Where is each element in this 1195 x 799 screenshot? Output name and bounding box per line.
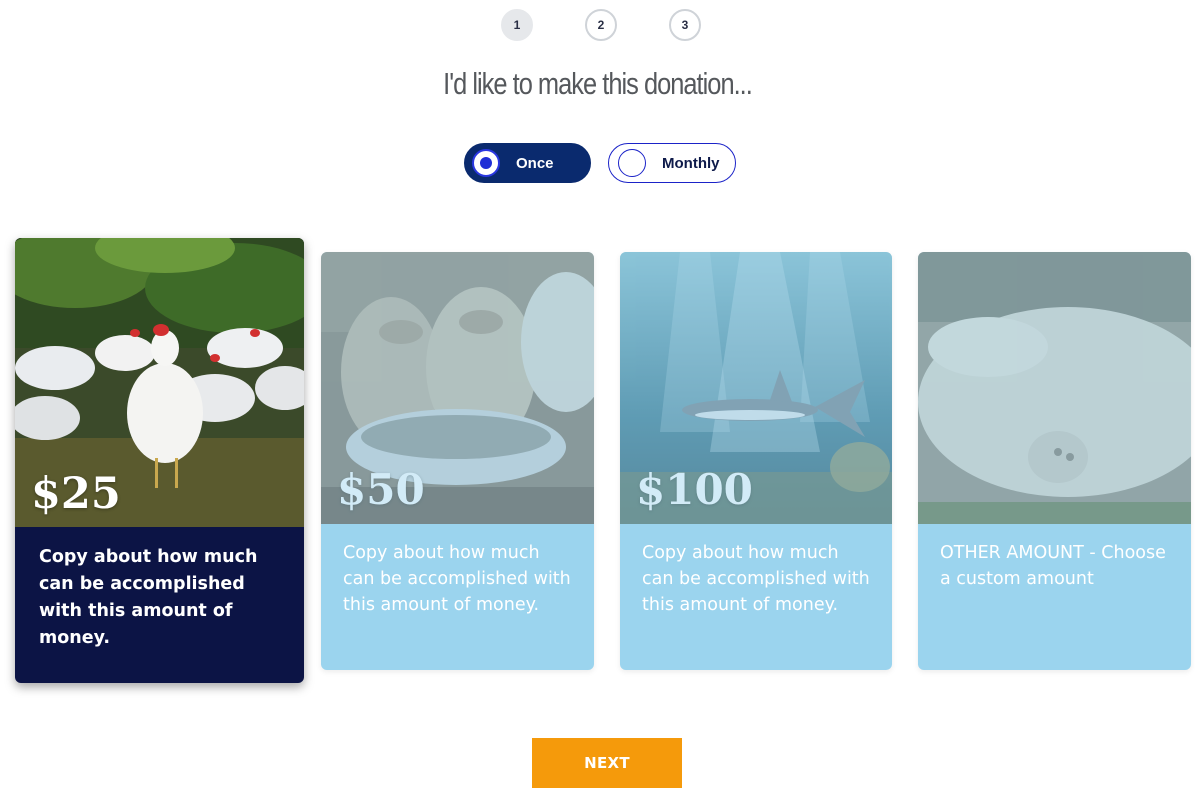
donation-card-50[interactable]: $50 Copy about how much can be accomplis… (321, 252, 594, 670)
step-3[interactable]: 3 (669, 9, 701, 41)
chickens-photo: $25 (15, 238, 304, 527)
once-option[interactable]: Once (464, 143, 591, 183)
donation-card-25[interactable]: $25 Copy about how much can be accomplis… (15, 238, 304, 683)
monthly-radio[interactable] (618, 149, 646, 177)
donation-page: 1 2 3 I'd like to make this donation... … (0, 0, 1195, 799)
amount-label: $100 (636, 465, 753, 514)
step-1[interactable]: 1 (501, 9, 533, 41)
radio-selected-dot (480, 157, 492, 169)
next-button[interactable]: NEXT (532, 738, 682, 788)
donation-card-100[interactable]: $100 Copy about how much can be accompli… (620, 252, 892, 670)
amount-label: $25 (31, 469, 121, 519)
once-radio[interactable] (472, 149, 500, 177)
amount-label: $50 (337, 465, 425, 514)
calves-drinking-photo: $50 (321, 252, 594, 524)
page-title: I'd like to make this donation... (443, 66, 753, 101)
frequency-toggle: Once Monthly (0, 143, 1195, 183)
shark-underwater-photo: $100 (620, 252, 892, 524)
pig-lying-photo (918, 252, 1191, 524)
monthly-option[interactable]: Monthly (608, 143, 736, 183)
step-2[interactable]: 2 (585, 9, 617, 41)
donation-card-other[interactable]: OTHER AMOUNT - Choose a custom amount (918, 252, 1191, 670)
once-label: Once (516, 154, 554, 172)
card-copy: Copy about how much can be accomplished … (642, 543, 870, 615)
card-copy: Copy about how much can be accomplished … (343, 543, 571, 615)
card-copy: Copy about how much can be accomplished … (39, 547, 258, 648)
step-indicator: 1 2 3 (0, 9, 1195, 41)
monthly-label: Monthly (662, 154, 720, 172)
card-copy: OTHER AMOUNT - Choose a custom amount (940, 543, 1166, 589)
